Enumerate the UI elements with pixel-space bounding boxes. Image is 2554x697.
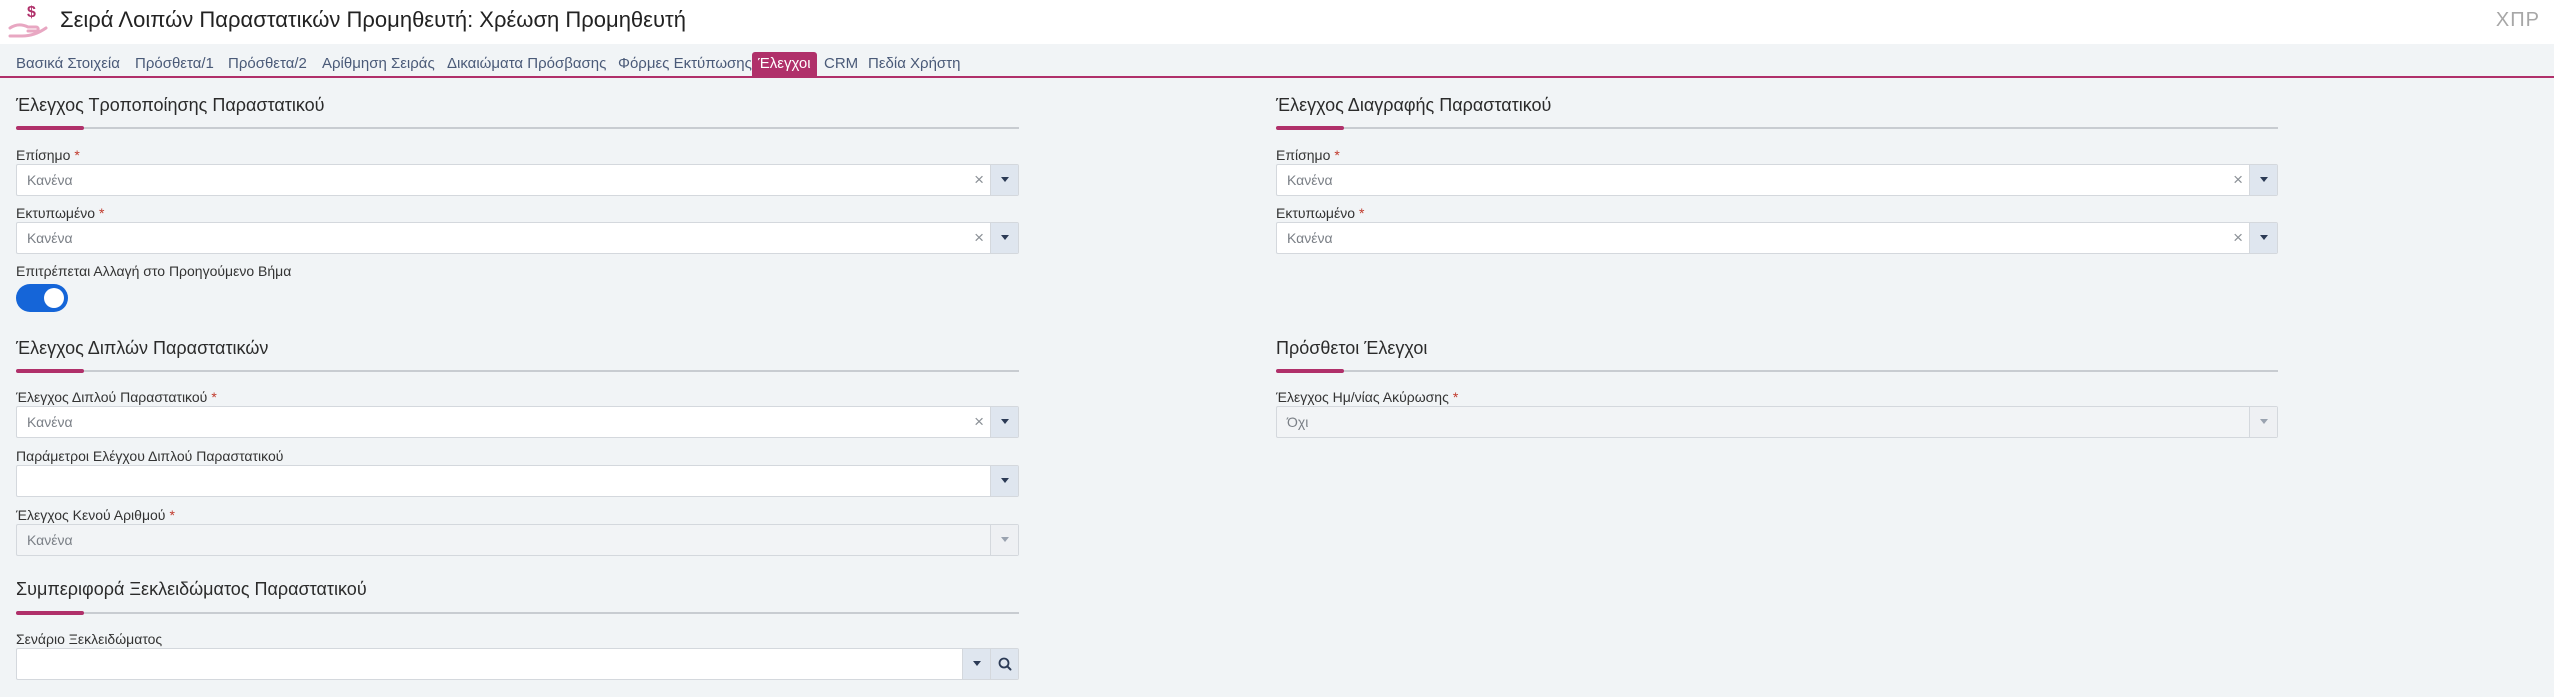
chevron-down-icon[interactable]: [962, 649, 990, 679]
tab-additional-1[interactable]: Πρόσθετα/1: [129, 52, 220, 76]
select-value: Κανένα: [27, 230, 73, 246]
user-code: ΧΠΡ: [2495, 9, 2540, 31]
modification-printed-label: Εκτυπωμένο *: [16, 205, 105, 221]
tab-user-fields[interactable]: Πεδία Χρήστη: [862, 52, 966, 76]
deletion-printed-select[interactable]: Κανένα ×: [1276, 222, 2278, 254]
deletion-official-label: Επίσημο *: [1276, 147, 1340, 163]
svg-text:$: $: [27, 4, 36, 21]
select-value: Κανένα: [1287, 230, 1333, 246]
select-value: Κανένα: [1287, 172, 1333, 188]
tab-checks[interactable]: Έλεγχοι: [752, 52, 817, 76]
allow-prev-step-toggle[interactable]: [16, 284, 68, 312]
page-title: Σειρά Λοιπών Παραστατικών Προμηθευτή: Χρ…: [60, 7, 686, 32]
gap-check-select: Κανένα: [16, 524, 1019, 556]
clear-icon[interactable]: ×: [2233, 170, 2243, 190]
section-accent: [16, 369, 84, 373]
select-value: Κανένα: [27, 172, 73, 188]
section-divider: [1276, 370, 2278, 372]
chevron-down-icon: [2249, 407, 2277, 437]
duplicate-check-label: Έλεγχος Διπλού Παραστατικού *: [16, 389, 217, 405]
section-divider: [16, 370, 1019, 372]
toggle-knob: [44, 288, 64, 308]
select-value: Κανένα: [27, 532, 73, 548]
chevron-down-icon: [990, 525, 1018, 555]
chevron-down-icon[interactable]: [990, 223, 1018, 253]
deletion-official-select[interactable]: Κανένα ×: [1276, 164, 2278, 196]
duplicates-section-title: Έλεγχος Διπλών Παραστατικών: [16, 338, 269, 358]
section-accent: [1276, 369, 1344, 373]
search-icon[interactable]: [990, 649, 1018, 679]
tab-basic-info[interactable]: Βασικά Στοιχεία: [10, 52, 126, 76]
unlock-scenario-label: Σενάριο Ξεκλειδώματος: [16, 631, 163, 647]
clear-icon[interactable]: ×: [974, 412, 984, 432]
chevron-down-icon[interactable]: [990, 466, 1018, 496]
chevron-down-icon[interactable]: [2249, 165, 2277, 195]
clear-icon[interactable]: ×: [974, 228, 984, 248]
unlock-scenario-lookup[interactable]: [16, 648, 1019, 680]
cancel-date-check-select: Όχι: [1276, 406, 2278, 438]
gap-check-label: Έλεγχος Κενού Αριθμού *: [16, 507, 175, 523]
tab-access-rights[interactable]: Δικαιώματα Πρόσβασης: [441, 52, 612, 76]
clear-icon[interactable]: ×: [974, 170, 984, 190]
section-divider: [16, 612, 1019, 614]
select-value: Κανένα: [27, 414, 73, 430]
allow-prev-step-label: Επιτρέπεται Αλλαγή στο Προηγούμενο Βήμα: [16, 263, 292, 279]
money-hand-icon: $: [8, 4, 48, 38]
modification-section-title: Έλεγχος Τροποποίησης Παραστατικού: [16, 95, 325, 115]
clear-icon[interactable]: ×: [2233, 228, 2243, 248]
cancel-date-check-label: Έλεγχος Ημ/νίας Ακύρωσης *: [1276, 389, 1459, 405]
tab-crm[interactable]: CRM: [818, 52, 864, 76]
section-divider: [16, 127, 1019, 129]
chevron-down-icon[interactable]: [990, 165, 1018, 195]
additional-section-title: Πρόσθετοι Έλεγχοι: [1276, 338, 1428, 358]
section-accent: [1276, 126, 1344, 130]
tab-print-forms[interactable]: Φόρμες Εκτύπωσης: [612, 52, 758, 76]
modification-official-label: Επίσημο *: [16, 147, 80, 163]
tab-bar: Βασικά Στοιχεία Πρόσθετα/1 Πρόσθετα/2 Αρ…: [0, 50, 2554, 78]
section-divider: [1276, 127, 2278, 129]
tab-series-numbering[interactable]: Αρίθμηση Σειράς: [316, 52, 441, 76]
select-value: Όχι: [1287, 414, 1309, 430]
chevron-down-icon[interactable]: [2249, 223, 2277, 253]
duplicate-params-label: Παράμετροι Ελέγχου Διπλού Παραστατικού: [16, 448, 284, 464]
header: $ Σειρά Λοιπών Παραστατικών Προμηθευτή: …: [0, 0, 2554, 44]
duplicate-params-select[interactable]: [16, 465, 1019, 497]
duplicate-check-select[interactable]: Κανένα ×: [16, 406, 1019, 438]
chevron-down-icon[interactable]: [990, 407, 1018, 437]
deletion-printed-label: Εκτυπωμένο *: [1276, 205, 1365, 221]
deletion-section-title: Έλεγχος Διαγραφής Παραστατικού: [1276, 95, 1552, 115]
modification-printed-select[interactable]: Κανένα ×: [16, 222, 1019, 254]
modification-official-select[interactable]: Κανένα ×: [16, 164, 1019, 196]
section-accent: [16, 126, 84, 130]
section-accent: [16, 611, 84, 615]
tab-additional-2[interactable]: Πρόσθετα/2: [222, 52, 313, 76]
unlock-section-title: Συμπεριφορά Ξεκλειδώματος Παραστατικού: [16, 579, 367, 599]
